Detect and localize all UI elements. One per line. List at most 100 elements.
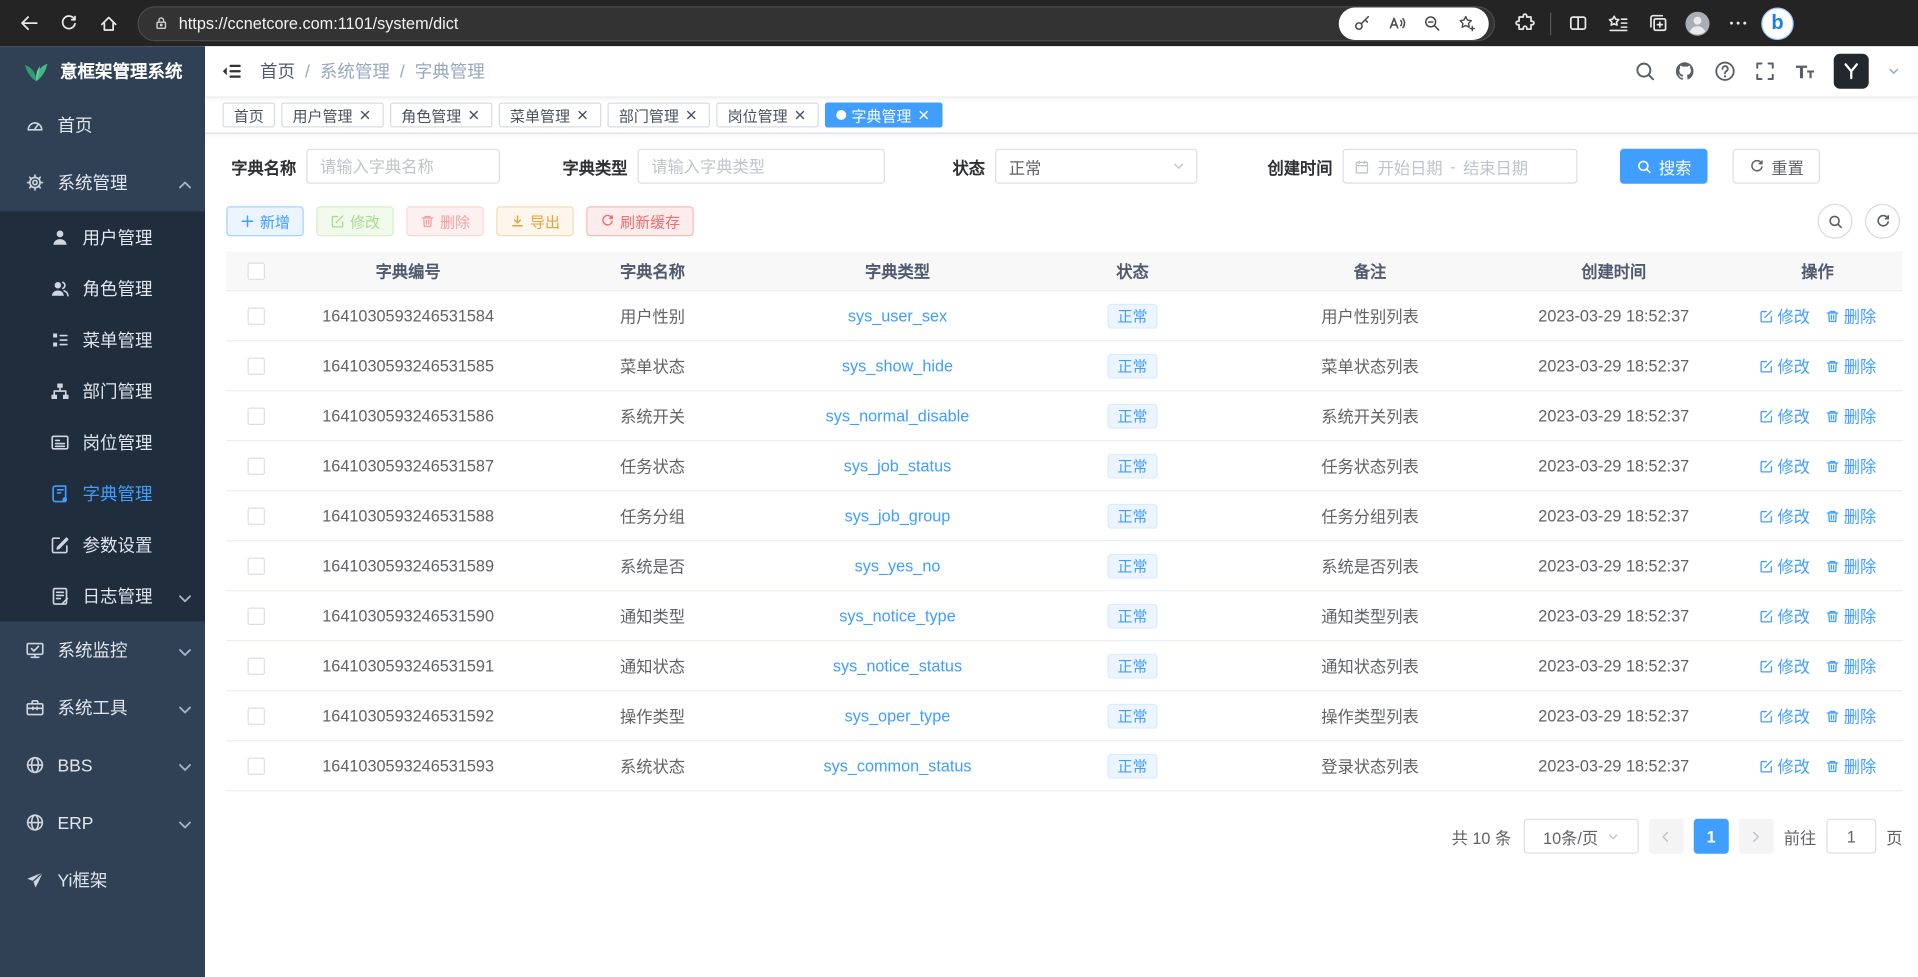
row-edit-button[interactable]: 修改	[1759, 404, 1810, 428]
goto-page-input[interactable]	[1826, 819, 1876, 854]
password-key-icon[interactable]	[1344, 8, 1379, 38]
row-checkbox[interactable]	[248, 408, 266, 426]
font-size-icon[interactable]	[1794, 60, 1817, 83]
current-page[interactable]: 1	[1694, 819, 1729, 854]
row-checkbox[interactable]	[248, 758, 266, 776]
breadcrumb-system[interactable]: 系统管理	[320, 59, 390, 84]
dict-type-link[interactable]: sys_yes_no	[775, 556, 1020, 575]
sidebar-item-home[interactable]: 首页	[0, 96, 205, 154]
collections-icon[interactable]	[1639, 4, 1677, 42]
bing-discover-icon[interactable]: b	[1759, 4, 1797, 42]
page-size-select[interactable]: 10条/页	[1524, 819, 1639, 854]
sidebar-item-menu-mgmt[interactable]: 菜单管理	[0, 314, 205, 365]
row-delete-button[interactable]: 删除	[1825, 354, 1876, 378]
close-icon[interactable]	[466, 108, 481, 123]
tab-menu[interactable]: 菜单管理	[499, 103, 602, 128]
dict-type-link[interactable]: sys_common_status	[775, 756, 1020, 775]
favorites-bar-icon[interactable]	[1599, 4, 1637, 42]
row-delete-button[interactable]: 删除	[1825, 404, 1876, 428]
breadcrumb-home[interactable]: 首页	[260, 59, 295, 84]
row-edit-button[interactable]: 修改	[1759, 354, 1810, 378]
header-search-icon[interactable]	[1634, 60, 1657, 83]
url-text[interactable]: https://ccnetcore.com:1101/system/dict	[179, 14, 1339, 33]
extensions-icon[interactable]	[1505, 4, 1543, 42]
delete-button[interactable]: 删除	[406, 206, 484, 236]
row-delete-button[interactable]: 删除	[1825, 554, 1876, 578]
sidebar-item-user-mgmt[interactable]: 用户管理	[0, 211, 205, 262]
sidebar-item-yi-framework[interactable]: Yi框架	[0, 851, 205, 909]
row-delete-button[interactable]: 删除	[1825, 304, 1876, 328]
row-delete-button[interactable]: 删除	[1825, 704, 1876, 728]
dict-type-link[interactable]: sys_normal_disable	[775, 406, 1020, 425]
row-delete-button[interactable]: 删除	[1825, 454, 1876, 478]
add-favorite-icon[interactable]	[1449, 8, 1484, 38]
close-icon[interactable]	[916, 108, 931, 123]
refresh-table-button[interactable]	[1865, 204, 1900, 239]
toggle-search-button[interactable]	[1818, 204, 1853, 239]
refresh-icon[interactable]	[50, 4, 88, 42]
tab-user[interactable]: 用户管理	[281, 103, 384, 128]
more-menu-icon[interactable]	[1719, 4, 1757, 42]
prev-page-button[interactable]	[1649, 819, 1684, 854]
close-icon[interactable]	[793, 108, 808, 123]
sidebar-item-bbs[interactable]: BBS	[0, 736, 205, 794]
add-button[interactable]: 新增	[226, 206, 304, 236]
row-edit-button[interactable]: 修改	[1759, 304, 1810, 328]
user-logo[interactable]	[1834, 54, 1869, 89]
sidebar-item-dict-mgmt[interactable]: 字典管理	[0, 468, 205, 519]
tab-dict[interactable]: 字典管理	[825, 103, 943, 128]
status-select[interactable]: 正常	[995, 149, 1198, 184]
dict-type-input[interactable]	[638, 149, 886, 184]
reset-button[interactable]: 重置	[1733, 149, 1821, 184]
dict-type-link[interactable]: sys_user_sex	[775, 306, 1020, 325]
row-delete-button[interactable]: 删除	[1825, 504, 1876, 528]
close-icon[interactable]	[684, 108, 699, 123]
tab-post[interactable]: 岗位管理	[716, 103, 819, 128]
row-edit-button[interactable]: 修改	[1759, 454, 1810, 478]
row-checkbox[interactable]	[248, 508, 266, 526]
split-screen-icon[interactable]	[1559, 4, 1597, 42]
address-bar[interactable]: https://ccnetcore.com:1101/system/dict	[138, 6, 1496, 41]
export-button[interactable]: 导出	[496, 206, 574, 236]
row-edit-button[interactable]: 修改	[1759, 704, 1810, 728]
sidebar-item-log-mgmt[interactable]: 日志管理	[0, 570, 205, 621]
sidebar-item-system[interactable]: 系统管理	[0, 154, 205, 212]
read-aloud-icon[interactable]	[1379, 8, 1414, 38]
sidebar-item-param-settings[interactable]: 参数设置	[0, 519, 205, 570]
dict-type-link[interactable]: sys_notice_type	[775, 606, 1020, 625]
sidebar-item-role-mgmt[interactable]: 角色管理	[0, 263, 205, 314]
select-all-checkbox[interactable]	[248, 263, 266, 281]
github-icon[interactable]	[1674, 60, 1697, 83]
edit-button[interactable]: 修改	[316, 206, 394, 236]
row-edit-button[interactable]: 修改	[1759, 654, 1810, 678]
sidebar-item-post-mgmt[interactable]: 岗位管理	[0, 416, 205, 467]
refresh-cache-button[interactable]: 刷新缓存	[586, 206, 694, 236]
profile-avatar[interactable]	[1679, 4, 1717, 42]
dict-type-link[interactable]: sys_notice_status	[775, 656, 1020, 675]
row-edit-button[interactable]: 修改	[1759, 554, 1810, 578]
dict-name-input[interactable]	[306, 149, 500, 184]
close-icon[interactable]	[575, 108, 590, 123]
sidebar-item-tools[interactable]: 系统工具	[0, 679, 205, 737]
menu-fold-icon[interactable]	[220, 60, 243, 83]
dict-type-link[interactable]: sys_oper_type	[775, 706, 1020, 725]
row-checkbox[interactable]	[248, 458, 266, 476]
dict-type-link[interactable]: sys_job_group	[775, 506, 1020, 525]
close-icon[interactable]	[358, 108, 373, 123]
row-delete-button[interactable]: 删除	[1825, 604, 1876, 628]
date-range-picker[interactable]: 开始日期 - 结束日期	[1343, 149, 1578, 184]
help-icon[interactable]	[1714, 60, 1737, 83]
app-logo[interactable]: 意框架管理系统	[0, 46, 205, 96]
tab-role[interactable]: 角色管理	[390, 103, 493, 128]
home-icon[interactable]	[90, 4, 128, 42]
chevron-down-icon[interactable]	[1886, 64, 1901, 79]
sidebar-item-dept-mgmt[interactable]: 部门管理	[0, 365, 205, 416]
tab-home[interactable]: 首页	[223, 103, 276, 128]
row-edit-button[interactable]: 修改	[1759, 754, 1810, 778]
row-checkbox[interactable]	[248, 358, 266, 376]
row-edit-button[interactable]: 修改	[1759, 604, 1810, 628]
tab-dept[interactable]: 部门管理	[608, 103, 711, 128]
fullscreen-icon[interactable]	[1754, 60, 1777, 83]
dict-type-link[interactable]: sys_job_status	[775, 456, 1020, 475]
row-delete-button[interactable]: 删除	[1825, 754, 1876, 778]
